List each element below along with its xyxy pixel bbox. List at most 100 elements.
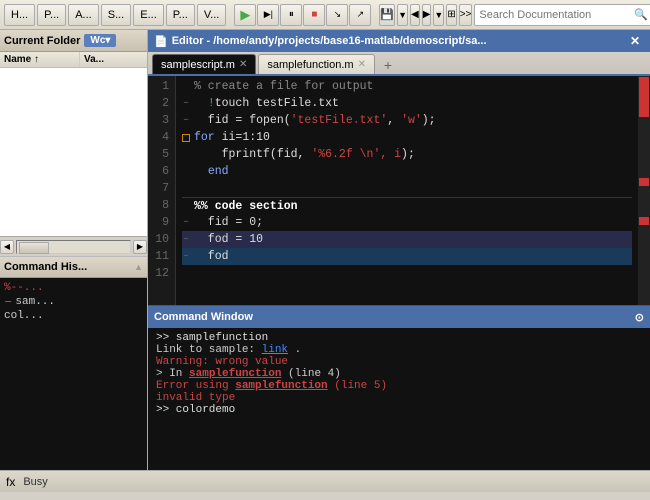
cmd-line-5: Error using samplefunction (line 5) <box>156 380 642 392</box>
save-dropdown[interactable]: ▼ <box>397 4 408 26</box>
step-in-button[interactable]: ↘ <box>326 4 348 26</box>
tab-samplescript[interactable]: samplescript.m ✕ <box>152 54 256 74</box>
code-line-9: – fid = 0; <box>182 214 632 231</box>
code-line-12 <box>182 265 632 282</box>
nav-dropdown[interactable]: ▼ <box>433 4 444 26</box>
cmd-line-7: >> colordemo <box>156 404 642 416</box>
cmd-window-title: Command Window <box>154 311 253 323</box>
breakpoint-box <box>182 134 190 142</box>
code-line-7 <box>182 180 632 197</box>
toolbar-home[interactable]: H... <box>4 4 35 26</box>
editor-file-icon: 📄 <box>154 35 168 48</box>
toolbar: H... P... A... S... E... P... V... ▶ ▶| … <box>0 0 650 30</box>
bp-marker <box>182 83 190 91</box>
step-button[interactable]: ▶| <box>257 4 279 26</box>
code-line-2: – !touch testFile.txt <box>182 95 632 112</box>
toolbar-script[interactable]: S... <box>101 4 132 26</box>
bp-marker <box>182 168 190 176</box>
cmd-window: Command Window ⊙ >> samplefunction Link … <box>148 305 650 470</box>
tab-add-button[interactable]: + <box>379 56 397 74</box>
editor-scrollbar[interactable] <box>638 76 650 305</box>
code-line-3: – fid = fopen('testFile.txt', 'w'); <box>182 112 632 129</box>
tab-close-icon[interactable]: ✕ <box>358 59 366 70</box>
editor-close-button[interactable]: ✕ <box>626 34 644 48</box>
cmd-line-1: >> samplefunction <box>156 332 642 344</box>
editor-panel: 📄 Editor - /home/andy/projects/base16-ma… <box>148 30 650 305</box>
editor-tabs: samplescript.m ✕ samplefunction.m ✕ + <box>148 52 650 76</box>
editor-content[interactable]: 1 2 3 4 5 6 7 8 9 10 11 12 <box>148 76 650 305</box>
cmd-line-6: invalid type <box>156 392 642 404</box>
horizontal-scrollbar[interactable]: ◀ ▶ <box>0 236 147 256</box>
tab-samplefunction[interactable]: samplefunction.m ✕ <box>258 54 375 74</box>
nav-forward[interactable]: ▶ <box>422 4 432 26</box>
scrollbar-thumb-3[interactable] <box>639 217 649 225</box>
more-button[interactable]: >> <box>459 4 473 26</box>
cmd-history-content: %--... –sam... col... <box>0 278 147 470</box>
bp-marker <box>182 151 190 159</box>
sample-link[interactable]: link <box>262 344 288 356</box>
toolbar-app[interactable]: A... <box>68 4 99 26</box>
search-input[interactable] <box>479 9 634 21</box>
layout-button[interactable]: ⊞ <box>446 4 456 26</box>
bp-dash: – <box>182 214 190 231</box>
run-button[interactable]: ▶ <box>234 4 256 26</box>
cmd-window-expand[interactable]: ⊙ <box>635 311 644 324</box>
scroll-track[interactable] <box>16 240 131 254</box>
editor-header: 📄 Editor - /home/andy/projects/base16-ma… <box>148 30 650 52</box>
status-bar: fx Busy <box>0 470 650 492</box>
code-line-5: fprintf(fid, '%6.2f \n', i); <box>182 146 632 163</box>
file-list: Name ↑ Va... <box>0 52 147 236</box>
toolbar-edit[interactable]: E... <box>133 4 164 26</box>
scroll-right[interactable]: ▶ <box>133 240 147 254</box>
cmd-window-content[interactable]: >> samplefunction Link to sample: link .… <box>148 328 650 470</box>
save-button[interactable]: 💾 <box>379 4 395 26</box>
left-panel: Current Folder Wc▾ Name ↑ Va... ◀ ▶ Comm… <box>0 30 148 470</box>
bp-marker <box>182 185 190 193</box>
samplefunction-link-1[interactable]: samplefunction <box>189 368 281 380</box>
bp-dash: – <box>182 95 190 112</box>
toolbar-plot[interactable]: P... <box>37 4 66 26</box>
list-item[interactable]: –sam... <box>4 294 143 310</box>
nav-back[interactable]: ◀ <box>410 4 420 26</box>
col-name-header[interactable]: Name ↑ <box>0 52 80 67</box>
status-text: Busy <box>23 476 47 488</box>
code-line-8: %% code section <box>182 197 632 214</box>
search-icon[interactable]: 🔍 <box>634 8 648 21</box>
bp-marker <box>182 270 190 278</box>
list-item[interactable]: %--... <box>4 282 143 294</box>
search-box-wrap: 🔍 <box>474 4 650 26</box>
step-out-button[interactable]: ↗ <box>349 4 371 26</box>
bp-dash: – <box>182 231 190 248</box>
cmd-line-2: Link to sample: link . <box>156 344 642 356</box>
file-list-header: Name ↑ Va... <box>0 52 147 68</box>
current-folder-header: Current Folder Wc▾ <box>0 30 147 52</box>
cmd-line-3: Warning: wrong value <box>156 356 642 368</box>
fx-icon[interactable]: fx <box>6 475 15 489</box>
stop-button[interactable]: ■ <box>303 4 325 26</box>
workspace-tab[interactable]: Wc▾ <box>84 34 116 47</box>
tab-close-icon[interactable]: ✕ <box>239 59 247 70</box>
scrollbar-thumb-1[interactable] <box>639 77 649 117</box>
code-line-10: – fod = 10 <box>182 231 632 248</box>
bp-marker <box>182 202 190 210</box>
line-numbers: 1 2 3 4 5 6 7 8 9 10 11 12 <box>148 76 176 305</box>
code-line-1: % create a file for output <box>182 78 632 95</box>
current-folder-label: Current Folder <box>4 35 80 47</box>
bp-dash: – <box>182 112 190 129</box>
cmd-history-expand[interactable]: ▲ <box>134 262 143 272</box>
toolbar-view[interactable]: V... <box>197 4 227 26</box>
tab-label: samplescript.m <box>161 59 235 71</box>
tab-label: samplefunction.m <box>267 59 353 71</box>
samplefunction-link-2[interactable]: samplefunction <box>235 380 327 392</box>
cmd-history-header: Command His... ▲ <box>0 256 147 278</box>
toolbar-publish[interactable]: P... <box>166 4 195 26</box>
code-line-4: for ii=1:10 <box>182 129 632 146</box>
sort-arrow-icon: ↑ <box>34 54 39 65</box>
pause-button[interactable]: ⏸ <box>280 4 302 26</box>
list-item[interactable]: col... <box>4 310 143 322</box>
scroll-thumb[interactable] <box>19 242 49 254</box>
scroll-left[interactable]: ◀ <box>0 240 14 254</box>
scrollbar-thumb-2[interactable] <box>639 178 649 186</box>
code-area[interactable]: % create a file for output – !touch test… <box>176 76 638 305</box>
run-controls: ▶ ▶| ⏸ ■ ↘ ↗ <box>234 4 371 26</box>
